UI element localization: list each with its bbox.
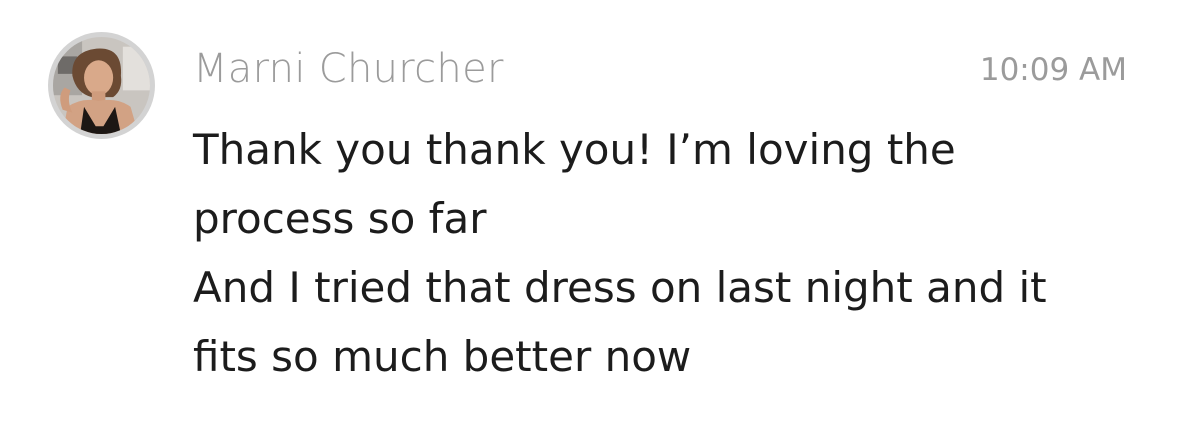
message-line: And I tried that dress on last night and… (193, 263, 1047, 312)
user-avatar-photo-icon (53, 37, 150, 134)
message-timestamp: 10:09 AM (979, 52, 1127, 88)
avatar[interactable] (48, 32, 155, 139)
sender-name[interactable]: Marni Churcher (193, 46, 504, 92)
message-line: fits so much better now (193, 332, 692, 381)
message-body: Thank you thank you! I’m loving the proc… (193, 115, 1133, 391)
message-line: Thank you thank you! I’m loving the (193, 125, 956, 174)
message-line: process so far (193, 194, 487, 243)
chat-message: Marni Churcher 10:09 AM Thank you thank … (0, 0, 1179, 440)
